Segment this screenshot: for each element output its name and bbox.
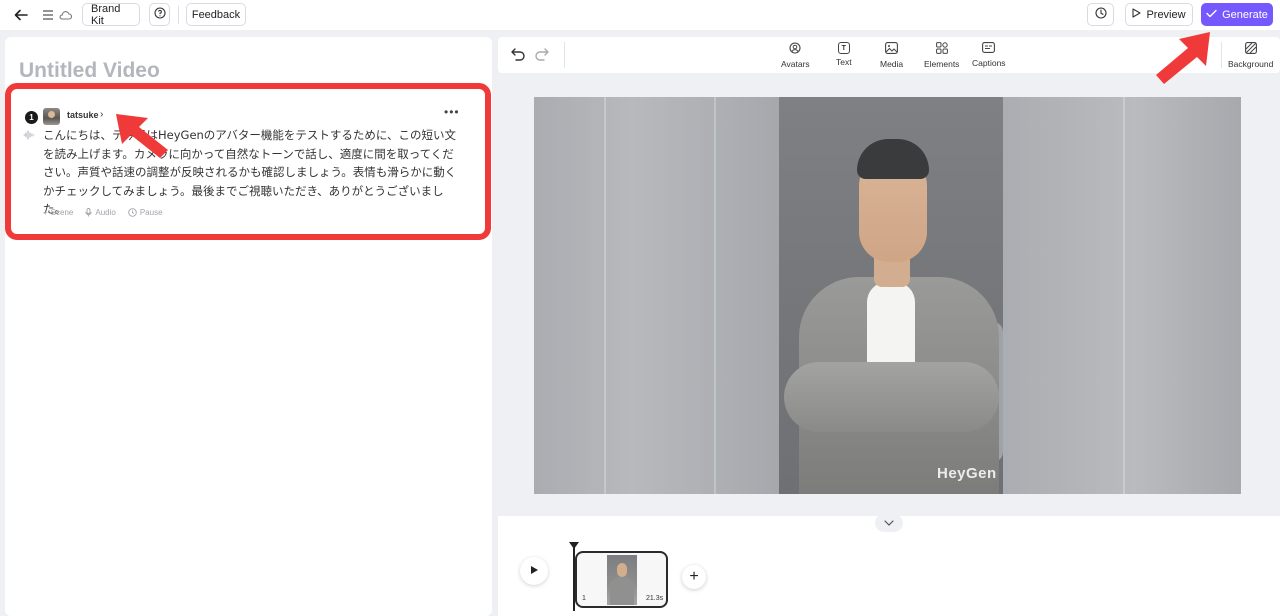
clip-thumbnail <box>607 555 637 605</box>
tool-captions[interactable]: Captions <box>972 42 1006 68</box>
redo-icon[interactable] <box>535 48 549 66</box>
audio-button[interactable]: Audio <box>85 208 116 217</box>
add-scene-button[interactable]: + <box>682 565 706 589</box>
tool-avatars-label: Avatars <box>781 59 810 69</box>
divider <box>564 42 565 68</box>
collapse-timeline-button[interactable] <box>875 514 903 532</box>
timeline-clip[interactable]: 1 21.3s <box>575 551 668 608</box>
top-bar: Brand Kit Feedback Preview Generate <box>0 0 1280 30</box>
pause-timer-icon <box>128 208 137 217</box>
tool-elements[interactable]: Elements <box>924 42 959 69</box>
heygen-watermark: HeyGen <box>937 465 997 482</box>
microphone-icon <box>85 208 93 217</box>
tool-text-label: Text <box>836 57 852 67</box>
plus-icon: + <box>689 568 699 585</box>
playhead[interactable] <box>573 543 575 611</box>
undo-icon[interactable] <box>511 48 525 66</box>
tool-captions-label: Captions <box>972 58 1006 68</box>
more-options-icon[interactable]: ••• <box>444 105 460 119</box>
audio-label: Audio <box>95 208 116 217</box>
video-title[interactable]: Untitled Video <box>19 59 160 83</box>
menu-icon[interactable] <box>39 6 57 24</box>
text-icon: T <box>837 42 850 54</box>
play-icon <box>530 565 539 578</box>
back-arrow-icon[interactable] <box>12 6 30 24</box>
tool-media-label: Media <box>880 59 904 69</box>
check-icon <box>1206 9 1217 21</box>
history-button[interactable] <box>1087 3 1114 26</box>
brand-kit-button[interactable]: Brand Kit <box>82 2 140 27</box>
scene-card[interactable]: 1 tatsuke › ••• こんにちは、テ今日はHeyGenのアバター機能を… <box>5 83 491 240</box>
clip-number: 1 <box>582 595 586 602</box>
background-icon <box>1244 42 1257 56</box>
pause-button[interactable]: Pause <box>128 208 163 217</box>
playhead-handle[interactable] <box>569 542 579 549</box>
image-icon <box>885 42 899 56</box>
scene-actions: + Scene Audio Pause <box>43 208 163 217</box>
tool-text[interactable]: T Text <box>836 42 852 67</box>
script-panel: Untitled Video 1 tatsuke › ••• こんにちは、テ今日… <box>5 37 492 616</box>
cloud-icon <box>56 6 74 24</box>
tool-elements-label: Elements <box>924 59 960 69</box>
captions-icon <box>982 42 996 55</box>
generate-button[interactable]: Generate <box>1201 3 1273 26</box>
scene-number: 1 <box>25 111 38 124</box>
preview-button[interactable]: Preview <box>1125 3 1193 26</box>
question-icon <box>153 7 166 22</box>
play-button[interactable] <box>520 557 548 585</box>
help-button[interactable] <box>149 3 170 26</box>
voice-wave-icon <box>23 130 35 143</box>
feedback-button[interactable]: Feedback <box>186 3 246 26</box>
add-scene-label: Scene <box>50 208 74 217</box>
brand-kit-label: Brand Kit <box>91 2 121 27</box>
plus-icon: + <box>43 208 48 217</box>
script-text[interactable]: こんにちは、テ今日はHeyGenのアバター機能をテストするために、この短い文を読… <box>43 126 463 219</box>
pause-label: Pause <box>139 208 163 217</box>
play-outline-icon <box>1132 8 1141 21</box>
elements-icon <box>935 42 948 56</box>
divider <box>1221 42 1222 68</box>
tool-background-label: Background <box>1228 59 1274 69</box>
avatar-name[interactable]: tatsuke <box>67 110 99 120</box>
background-left <box>534 97 779 494</box>
preview-label: Preview <box>1146 8 1186 21</box>
video-canvas[interactable]: HeyGen <box>534 97 1241 494</box>
tool-media[interactable]: Media <box>880 42 903 69</box>
red-arrow-annotation-icon <box>116 114 168 158</box>
clock-icon <box>1094 7 1107 22</box>
generate-label: Generate <box>1222 8 1268 21</box>
feedback-label: Feedback <box>191 8 241 21</box>
avatar-thumbnail[interactable] <box>43 108 60 125</box>
chevron-down-icon <box>884 518 894 528</box>
background-right <box>1003 97 1241 494</box>
divider <box>178 6 179 24</box>
avatar-icon <box>789 42 801 56</box>
tool-avatars[interactable]: Avatars <box>781 42 810 69</box>
clip-duration: 21.3s <box>646 595 664 602</box>
chevron-right-icon[interactable]: › <box>100 109 103 120</box>
avatar-video[interactable] <box>779 97 1003 494</box>
red-arrow-annotation-icon <box>1156 32 1210 84</box>
tool-background[interactable]: Background <box>1228 42 1273 69</box>
add-scene-button[interactable]: + Scene <box>43 208 73 217</box>
